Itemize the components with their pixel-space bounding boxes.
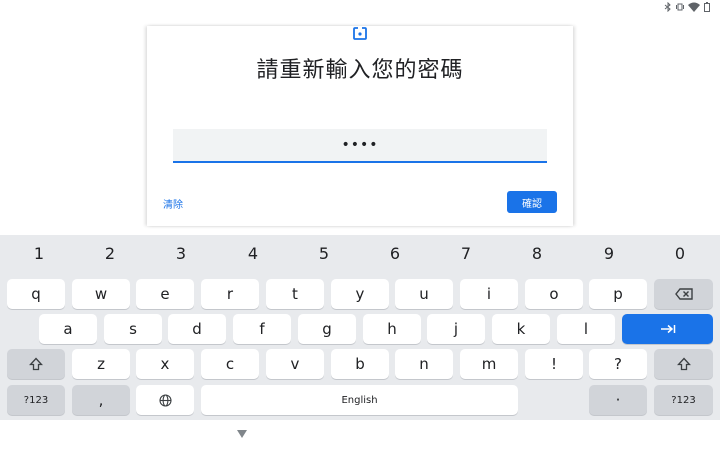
key-h[interactable]: h bbox=[363, 314, 421, 344]
key-w[interactable]: w bbox=[72, 279, 130, 309]
backspace-key[interactable] bbox=[654, 279, 713, 309]
shift-key-right[interactable] bbox=[654, 349, 713, 379]
confirm-button[interactable]: 確認 bbox=[507, 191, 557, 213]
key-f[interactable]: f bbox=[233, 314, 291, 344]
key-o[interactable]: o bbox=[525, 279, 583, 309]
status-bar bbox=[664, 0, 720, 14]
space-key[interactable]: English bbox=[201, 385, 518, 415]
key-a[interactable]: a bbox=[39, 314, 97, 344]
comma-key[interactable]: , bbox=[72, 385, 130, 415]
backspace-icon bbox=[674, 288, 693, 300]
key-question[interactable]: ? bbox=[589, 349, 647, 379]
key-u[interactable]: u bbox=[395, 279, 453, 309]
key-5[interactable]: 5 bbox=[299, 235, 349, 271]
period-key[interactable]: · bbox=[589, 385, 647, 415]
lock-icon bbox=[353, 26, 367, 40]
wifi-icon bbox=[688, 2, 700, 12]
screen: 請重新輸入您的密碼 •••• 清除 確認 1 2 3 4 5 6 7 8 9 0… bbox=[0, 0, 720, 450]
key-l[interactable]: l bbox=[557, 314, 615, 344]
key-s[interactable]: s bbox=[104, 314, 162, 344]
key-7[interactable]: 7 bbox=[441, 235, 491, 271]
tab-forward-icon bbox=[660, 324, 675, 334]
page-title: 請重新輸入您的密碼 bbox=[256, 58, 464, 83]
language-key[interactable] bbox=[136, 385, 194, 415]
key-n[interactable]: n bbox=[395, 349, 453, 379]
key-8[interactable]: 8 bbox=[512, 235, 562, 271]
key-2[interactable]: 2 bbox=[85, 235, 135, 271]
shift-key-left[interactable] bbox=[7, 349, 65, 379]
key-x[interactable]: x bbox=[136, 349, 194, 379]
symbols-key-left[interactable]: ?123 bbox=[7, 385, 65, 415]
key-b[interactable]: b bbox=[331, 349, 389, 379]
key-i[interactable]: i bbox=[460, 279, 518, 309]
key-exclamation[interactable]: ! bbox=[525, 349, 583, 379]
key-4[interactable]: 4 bbox=[228, 235, 278, 271]
next-key[interactable] bbox=[622, 314, 713, 344]
shift-icon bbox=[29, 357, 43, 371]
key-c[interactable]: c bbox=[201, 349, 259, 379]
key-y[interactable]: y bbox=[331, 279, 389, 309]
globe-icon bbox=[158, 393, 172, 407]
bluetooth-icon bbox=[664, 2, 671, 12]
key-9[interactable]: 9 bbox=[584, 235, 634, 271]
vibrate-icon bbox=[676, 3, 684, 11]
key-e[interactable]: e bbox=[136, 279, 194, 309]
key-1[interactable]: 1 bbox=[14, 235, 64, 271]
key-3[interactable]: 3 bbox=[156, 235, 206, 271]
password-input[interactable]: •••• bbox=[173, 129, 547, 163]
key-m[interactable]: m bbox=[460, 349, 518, 379]
shift-icon bbox=[676, 357, 691, 371]
key-j[interactable]: j bbox=[427, 314, 485, 344]
key-p[interactable]: p bbox=[589, 279, 647, 309]
key-6[interactable]: 6 bbox=[370, 235, 420, 271]
key-0[interactable]: 0 bbox=[655, 235, 705, 271]
key-t[interactable]: t bbox=[266, 279, 324, 309]
key-g[interactable]: g bbox=[298, 314, 356, 344]
key-q[interactable]: q bbox=[7, 279, 65, 309]
key-k[interactable]: k bbox=[492, 314, 550, 344]
symbols-key-right[interactable]: ?123 bbox=[654, 385, 713, 415]
number-row: 1 2 3 4 5 6 7 8 9 0 bbox=[0, 235, 720, 271]
key-v[interactable]: v bbox=[266, 349, 324, 379]
clear-button[interactable]: 清除 bbox=[163, 196, 183, 211]
key-r[interactable]: r bbox=[201, 279, 259, 309]
key-d[interactable]: d bbox=[168, 314, 226, 344]
hide-keyboard-icon[interactable] bbox=[235, 428, 249, 440]
battery-icon bbox=[704, 2, 710, 12]
navigation-bar bbox=[0, 420, 720, 450]
key-z[interactable]: z bbox=[72, 349, 130, 379]
